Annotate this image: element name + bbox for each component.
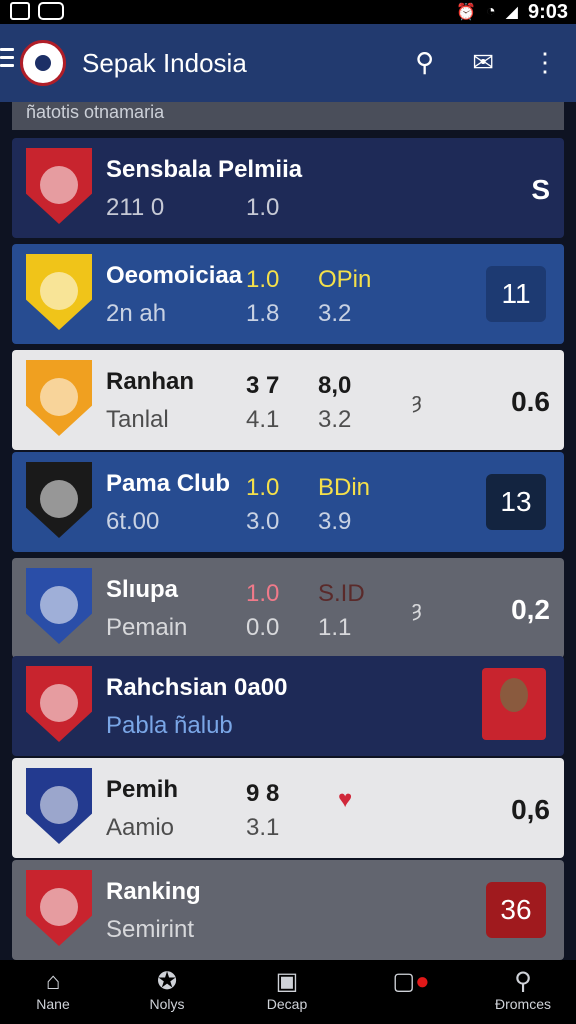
club-crest-icon <box>26 254 92 330</box>
wifi-icon: ◔ <box>485 3 496 20</box>
club-crest-icon <box>26 768 92 844</box>
item-score: 11 <box>486 266 546 322</box>
item-stat-2: OPin <box>318 266 372 293</box>
item-name: Oeomoiciaa <box>106 262 243 289</box>
item-marker: ȝ <box>412 388 422 413</box>
item-stat-2: 8,0 <box>318 372 352 399</box>
nav-label: Nane <box>36 996 70 1012</box>
item-secondary: Tanlal <box>106 406 169 433</box>
list-item-sensbala[interactable]: Sensbala Pelmiia 211 0 1.0 S <box>12 138 564 238</box>
item-secondary: Aamio <box>106 814 175 841</box>
alarm-icon: ⏰ <box>456 4 476 21</box>
list-item-ranking[interactable]: Ranking Semirint 36 <box>12 860 564 960</box>
signal-icon: ◢ <box>505 4 518 21</box>
home-icon: ⌂ <box>45 968 61 995</box>
item-score: 0,6 <box>511 794 550 825</box>
player-avatar <box>482 668 546 740</box>
item-stat-2: S.ID <box>318 580 365 607</box>
bottom-nav: ⌂ Nane ✪ Nolys ▣ Decap ▢● ⚲ Ðromces <box>0 960 576 1024</box>
item-stat-1: 9 8 <box>246 780 280 807</box>
item-name: Pama Club <box>106 470 231 497</box>
item-name: Rahchsian 0a00 <box>106 674 288 701</box>
item-name: Pemih <box>106 776 179 803</box>
item-secondary: 2n ah <box>106 300 167 327</box>
search-icon: ⚲ <box>514 968 532 995</box>
more-vert-icon[interactable]: ⋮ <box>532 44 558 80</box>
item-stat-4: 3.9 <box>318 508 352 535</box>
nav-home[interactable]: ⌂ Nane <box>8 968 98 1012</box>
item-name: Sensbala Pelmiia <box>106 156 303 183</box>
item-score: 0,2 <box>511 594 550 625</box>
club-crest-icon <box>26 568 92 644</box>
nav-live[interactable]: ▢● <box>366 968 456 996</box>
club-crest-icon <box>26 148 92 224</box>
item-name: Slıupa <box>106 576 179 603</box>
page-title: Sepak Indosia <box>82 48 247 78</box>
image-notification-icon <box>10 2 30 20</box>
chat-icon: ▣ <box>275 968 299 995</box>
item-secondary: Semirint <box>106 916 195 943</box>
game-notification-icon <box>38 2 64 20</box>
club-crest-icon <box>26 870 92 946</box>
subheader: ñatotis otnamaria <box>12 102 564 130</box>
item-stat-3: 1.0 <box>246 194 280 221</box>
list-item-pama-club[interactable]: Pama Club 1.0 BDin 6t.00 3.0 3.9 13 <box>12 452 564 552</box>
item-stat-4: 3.2 <box>318 300 352 327</box>
item-stat-1: 3 7 <box>246 372 280 399</box>
status-time: 9:03 <box>527 0 568 23</box>
mail-icon[interactable]: ✉ <box>472 44 494 80</box>
item-name: Ranhan <box>106 368 195 395</box>
list-item-sliupa[interactable]: Slıupa 1.0 S.ID Pemain 0.0 1.1 ȝ 0,2 <box>12 558 564 658</box>
list-item-rahchsian[interactable]: Rahchsian 0a00 Pabla ñalub <box>12 656 564 756</box>
item-name: Ranking <box>106 878 201 905</box>
nav-search[interactable]: ⚲ Ðromces <box>478 968 568 1012</box>
subheader-text: ñatotis otnamaria <box>26 102 165 122</box>
item-marker: ȝ <box>412 596 422 621</box>
list-item-oeomoiciaa[interactable]: Oeomoiciaa 1.0 OPin 2n ah 1.8 3.2 11 <box>12 244 564 344</box>
app-bar: Sepak Indosia ⚲ ✉ ⋮ <box>0 24 576 102</box>
app-logo <box>20 40 66 86</box>
item-score: 0.6 <box>511 386 550 417</box>
item-stat-3: 3.1 <box>246 814 280 841</box>
item-secondary: Pemain <box>106 614 188 641</box>
item-secondary: 211 0 <box>106 194 165 221</box>
item-score: 13 <box>486 474 546 530</box>
item-stat-3: 3.0 <box>246 508 280 535</box>
list-item-ranhan[interactable]: Ranhan 3 7 8,0 Tanlal 4.1 3.2 ȝ 0.6 <box>12 350 564 450</box>
club-crest-icon <box>26 462 92 538</box>
nav-label: Decap <box>266 996 308 1012</box>
item-stat-1: 1.0 <box>246 266 280 293</box>
search-icon[interactable]: ⚲ <box>415 44 434 80</box>
status-bar: ⏰ ◔ ◢ 9:03 <box>0 0 576 24</box>
heart-icon[interactable]: ♥ <box>338 786 352 814</box>
item-stat-1: 1.0 <box>246 474 280 501</box>
item-stat-3: 1.8 <box>246 300 280 327</box>
club-crest-icon <box>26 360 92 436</box>
item-stat-3: 0.0 <box>246 614 280 641</box>
item-score: S <box>531 174 550 205</box>
menu-icon[interactable] <box>0 48 14 72</box>
nav-label: Ðromces <box>494 996 551 1012</box>
item-stat-1: 1.0 <box>246 580 280 607</box>
nav-decap[interactable]: ▣ Decap <box>242 968 332 1012</box>
item-score: 36 <box>486 882 546 938</box>
club-crest-icon <box>26 666 92 742</box>
star-icon: ✪ <box>156 968 178 995</box>
item-stat-4: 1.1 <box>318 614 352 641</box>
item-secondary: Pabla ñalub <box>106 712 233 739</box>
item-secondary: 6t.00 <box>106 508 160 535</box>
nav-label: Nolys <box>149 996 185 1012</box>
list-item-pemih[interactable]: Pemih 9 8 ♥ Aamio 3.1 0,6 <box>12 758 564 858</box>
item-stat-2: BDin <box>318 474 371 501</box>
live-icon: ▢● <box>392 968 430 995</box>
item-stat-3: 4.1 <box>246 406 280 433</box>
item-stat-4: 3.2 <box>318 406 352 433</box>
nav-news[interactable]: ✪ Nolys <box>122 968 212 1012</box>
